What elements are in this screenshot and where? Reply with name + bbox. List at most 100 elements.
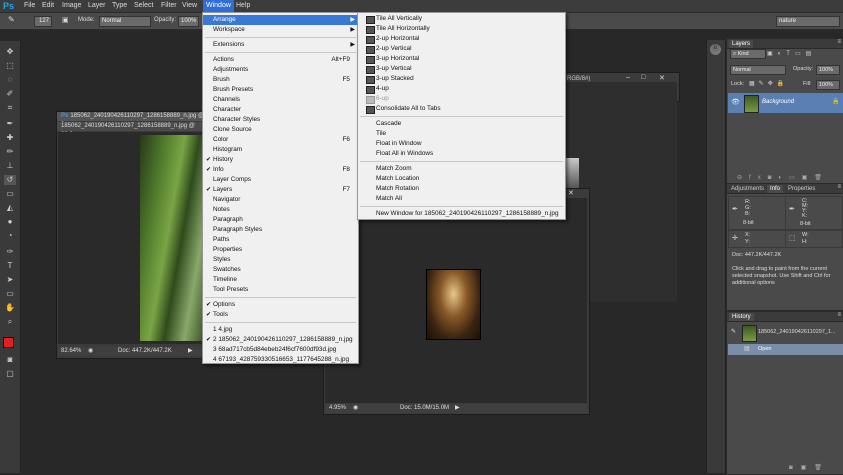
status-menu-arrow-icon[interactable]: ▶ bbox=[455, 404, 460, 413]
window-menu-item-options[interactable]: ✔ Options bbox=[203, 300, 358, 310]
window-menu-item-layers[interactable]: ✔ Layers F7 bbox=[203, 185, 358, 195]
window-menu-item-adjustments[interactable]: Adjustments bbox=[203, 65, 358, 75]
brush-panel-toggle-icon[interactable]: ▣ bbox=[62, 16, 69, 24]
arrange-item-tile-all-horizontally[interactable]: Tile All Horizontally bbox=[358, 24, 565, 34]
menu-window[interactable]: Window bbox=[203, 0, 234, 12]
arrange-item-float-all-in-windows[interactable]: Float All in Windows bbox=[358, 149, 565, 159]
window-menu-item-1-4-jpg[interactable]: 1 4.jpg bbox=[203, 325, 358, 335]
tab-history[interactable]: History bbox=[729, 313, 754, 321]
arrange-item-3-up-stacked[interactable]: 3-up Stacked bbox=[358, 74, 565, 84]
brush-tool-icon[interactable]: ✏ bbox=[4, 147, 16, 157]
maximize-icon[interactable]: □ bbox=[641, 74, 645, 81]
status-menu-arrow-icon[interactable]: ▶ bbox=[188, 347, 193, 356]
window-menu-item-character-styles[interactable]: Character Styles bbox=[203, 115, 358, 125]
layer-filter-kind[interactable]: ⌕ Kind bbox=[730, 49, 766, 59]
dodge-tool-icon[interactable]: ◔ bbox=[4, 231, 16, 241]
close-icon[interactable]: ✕ bbox=[568, 189, 574, 197]
tab-properties[interactable]: Properties bbox=[785, 185, 818, 193]
document-tab[interactable]: 185062_240190426110297_1286158889_n.jpg … bbox=[57, 122, 205, 138]
panel-menu-icon[interactable]: ≡ bbox=[837, 184, 841, 190]
panel-menu-icon[interactable]: ≡ bbox=[837, 312, 841, 318]
tab-adjustments[interactable]: Adjustments bbox=[728, 185, 767, 193]
history-snapshot-row[interactable]: ✎ 185062_240190426110297_1... bbox=[728, 324, 843, 342]
screen-mode-icon[interactable]: ▢ bbox=[4, 369, 16, 379]
window-menu-item-brush-presets[interactable]: Brush Presets bbox=[203, 85, 358, 95]
window-menu-item-channels[interactable]: Channels bbox=[203, 95, 358, 105]
arrange-item-match-zoom[interactable]: Match Zoom bbox=[358, 164, 565, 174]
arrange-item-2-up-vertical[interactable]: 2-up Vertical bbox=[358, 44, 565, 54]
window-menu-item-color[interactable]: Color F6 bbox=[203, 135, 358, 145]
layer-filter-icons[interactable]: ▣◐T▭▤ bbox=[767, 50, 816, 57]
arrange-item-match-rotation[interactable]: Match Rotation bbox=[358, 184, 565, 194]
arrange-item-3-up-horizontal[interactable]: 3-up Horizontal bbox=[358, 54, 565, 64]
menu-layer[interactable]: Layer bbox=[88, 2, 106, 9]
brush-tool-icon[interactable]: ✎ bbox=[8, 15, 15, 24]
window-menu-item-history[interactable]: ✔ History bbox=[203, 155, 358, 165]
layers-footer-icons[interactable]: ⊖fx◙◐▭▣🗑 bbox=[737, 174, 829, 181]
window-menu-item-2-185062-240190426110297-1286158889-n-jpg[interactable]: ✔ 2 185062_240190426110297_1286158889_n.j… bbox=[203, 335, 358, 345]
window-menu-item-paragraph[interactable]: Paragraph bbox=[203, 215, 358, 225]
window-menu-item-swatches[interactable]: Swatches bbox=[203, 265, 358, 275]
foreground-color-swatch[interactable] bbox=[3, 337, 14, 348]
arrange-item-4-up[interactable]: 4-up bbox=[358, 84, 565, 94]
history-brush-tool-icon[interactable]: ↺ bbox=[4, 175, 16, 185]
type-tool-icon[interactable]: T bbox=[4, 261, 16, 271]
path-selection-tool-icon[interactable]: ➤ bbox=[4, 275, 16, 285]
zoom-tool-icon[interactable]: ⌕ bbox=[4, 317, 16, 327]
window-menu-item-paths[interactable]: Paths bbox=[203, 235, 358, 245]
window-menu-item-character[interactable]: Character bbox=[203, 105, 358, 115]
window-menu-item-workspace[interactable]: Workspace ▶ bbox=[203, 25, 358, 35]
window-menu-item-navigator[interactable]: Navigator bbox=[203, 195, 358, 205]
paint-bucket-tool-icon[interactable]: ◭ bbox=[4, 203, 16, 213]
mode-dropdown[interactable]: Normal bbox=[99, 16, 151, 27]
history-step-row[interactable]: ▤ Open bbox=[728, 344, 843, 355]
arrange-item-match-all[interactable]: Match All bbox=[358, 194, 565, 204]
eraser-tool-icon[interactable]: ▭ bbox=[4, 189, 16, 199]
menu-filter[interactable]: Filter bbox=[161, 2, 177, 9]
arrange-item-match-location[interactable]: Match Location bbox=[358, 174, 565, 184]
quick-mask-icon[interactable]: ◙ bbox=[4, 355, 16, 365]
marquee-tool-icon[interactable]: ⬚ bbox=[4, 61, 16, 71]
hand-tool-icon[interactable]: ✋ bbox=[4, 303, 16, 313]
move-tool-icon[interactable]: ✥ bbox=[4, 47, 16, 57]
menu-view[interactable]: View bbox=[182, 2, 197, 9]
panel-menu-icon[interactable]: ≡ bbox=[837, 39, 841, 45]
arrange-item-tile[interactable]: Tile bbox=[358, 129, 565, 139]
window-menu-item-arrange[interactable]: Arrange ▶ bbox=[203, 15, 358, 25]
layer-row-background[interactable]: 👁 Background 🔒 bbox=[728, 93, 843, 113]
window-menu-item-histogram[interactable]: Histogram bbox=[203, 145, 358, 155]
lasso-tool-icon[interactable]: ◌ bbox=[4, 75, 16, 85]
blend-mode-dropdown[interactable]: Normal bbox=[730, 65, 786, 75]
arrange-item-float-in-window[interactable]: Float in Window bbox=[358, 139, 565, 149]
quick-select-tool-icon[interactable]: ✐ bbox=[4, 89, 16, 99]
window-menu-item-info[interactable]: ✔ Info F8 bbox=[203, 165, 358, 175]
zoom-level[interactable]: 4.95% bbox=[329, 404, 346, 413]
opacity-field[interactable]: 100% bbox=[178, 16, 199, 27]
arrange-item-cascade[interactable]: Cascade bbox=[358, 119, 565, 129]
arrange-item-consolidate-all-to-tabs[interactable]: Consolidate All to Tabs bbox=[358, 104, 565, 114]
blur-tool-icon[interactable]: ● bbox=[4, 217, 16, 227]
visibility-eye-icon[interactable]: 👁 bbox=[731, 98, 740, 106]
layer-opacity-field[interactable]: 100% bbox=[816, 65, 840, 75]
minimize-icon[interactable]: – bbox=[626, 74, 630, 81]
pen-tool-icon[interactable]: ✑ bbox=[4, 247, 16, 257]
tab-info[interactable]: Info bbox=[767, 185, 784, 193]
layer-fill-field[interactable]: 100% bbox=[816, 80, 840, 90]
arrange-item-tile-all-vertically[interactable]: Tile All Vertically bbox=[358, 14, 565, 24]
clone-stamp-tool-icon[interactable]: ⊥ bbox=[4, 161, 16, 171]
window-menu-item-extensions[interactable]: Extensions ▶ bbox=[203, 40, 358, 50]
crop-tool-icon[interactable]: ⌗ bbox=[4, 103, 16, 113]
document-canvas-front[interactable] bbox=[58, 132, 204, 344]
brush-size-picker[interactable]: 127 bbox=[34, 16, 52, 27]
menu-select[interactable]: Select bbox=[134, 2, 153, 9]
menu-file[interactable]: File bbox=[24, 2, 35, 9]
window-menu-item-layer-comps[interactable]: Layer Comps bbox=[203, 175, 358, 185]
menu-type[interactable]: Type bbox=[112, 2, 127, 9]
zoom-level[interactable]: 82.64% bbox=[61, 347, 81, 356]
menu-image[interactable]: Image bbox=[62, 2, 81, 9]
arrange-item-2-up-horizontal[interactable]: 2-up Horizontal bbox=[358, 34, 565, 44]
lock-icons[interactable]: ▦✎✥🔒 bbox=[749, 80, 788, 87]
window-menu-item-notes[interactable]: Notes bbox=[203, 205, 358, 215]
extension-panel-icon[interactable]: Ⓑ bbox=[710, 44, 721, 55]
eyedropper-tool-icon[interactable]: ✒ bbox=[4, 119, 16, 129]
